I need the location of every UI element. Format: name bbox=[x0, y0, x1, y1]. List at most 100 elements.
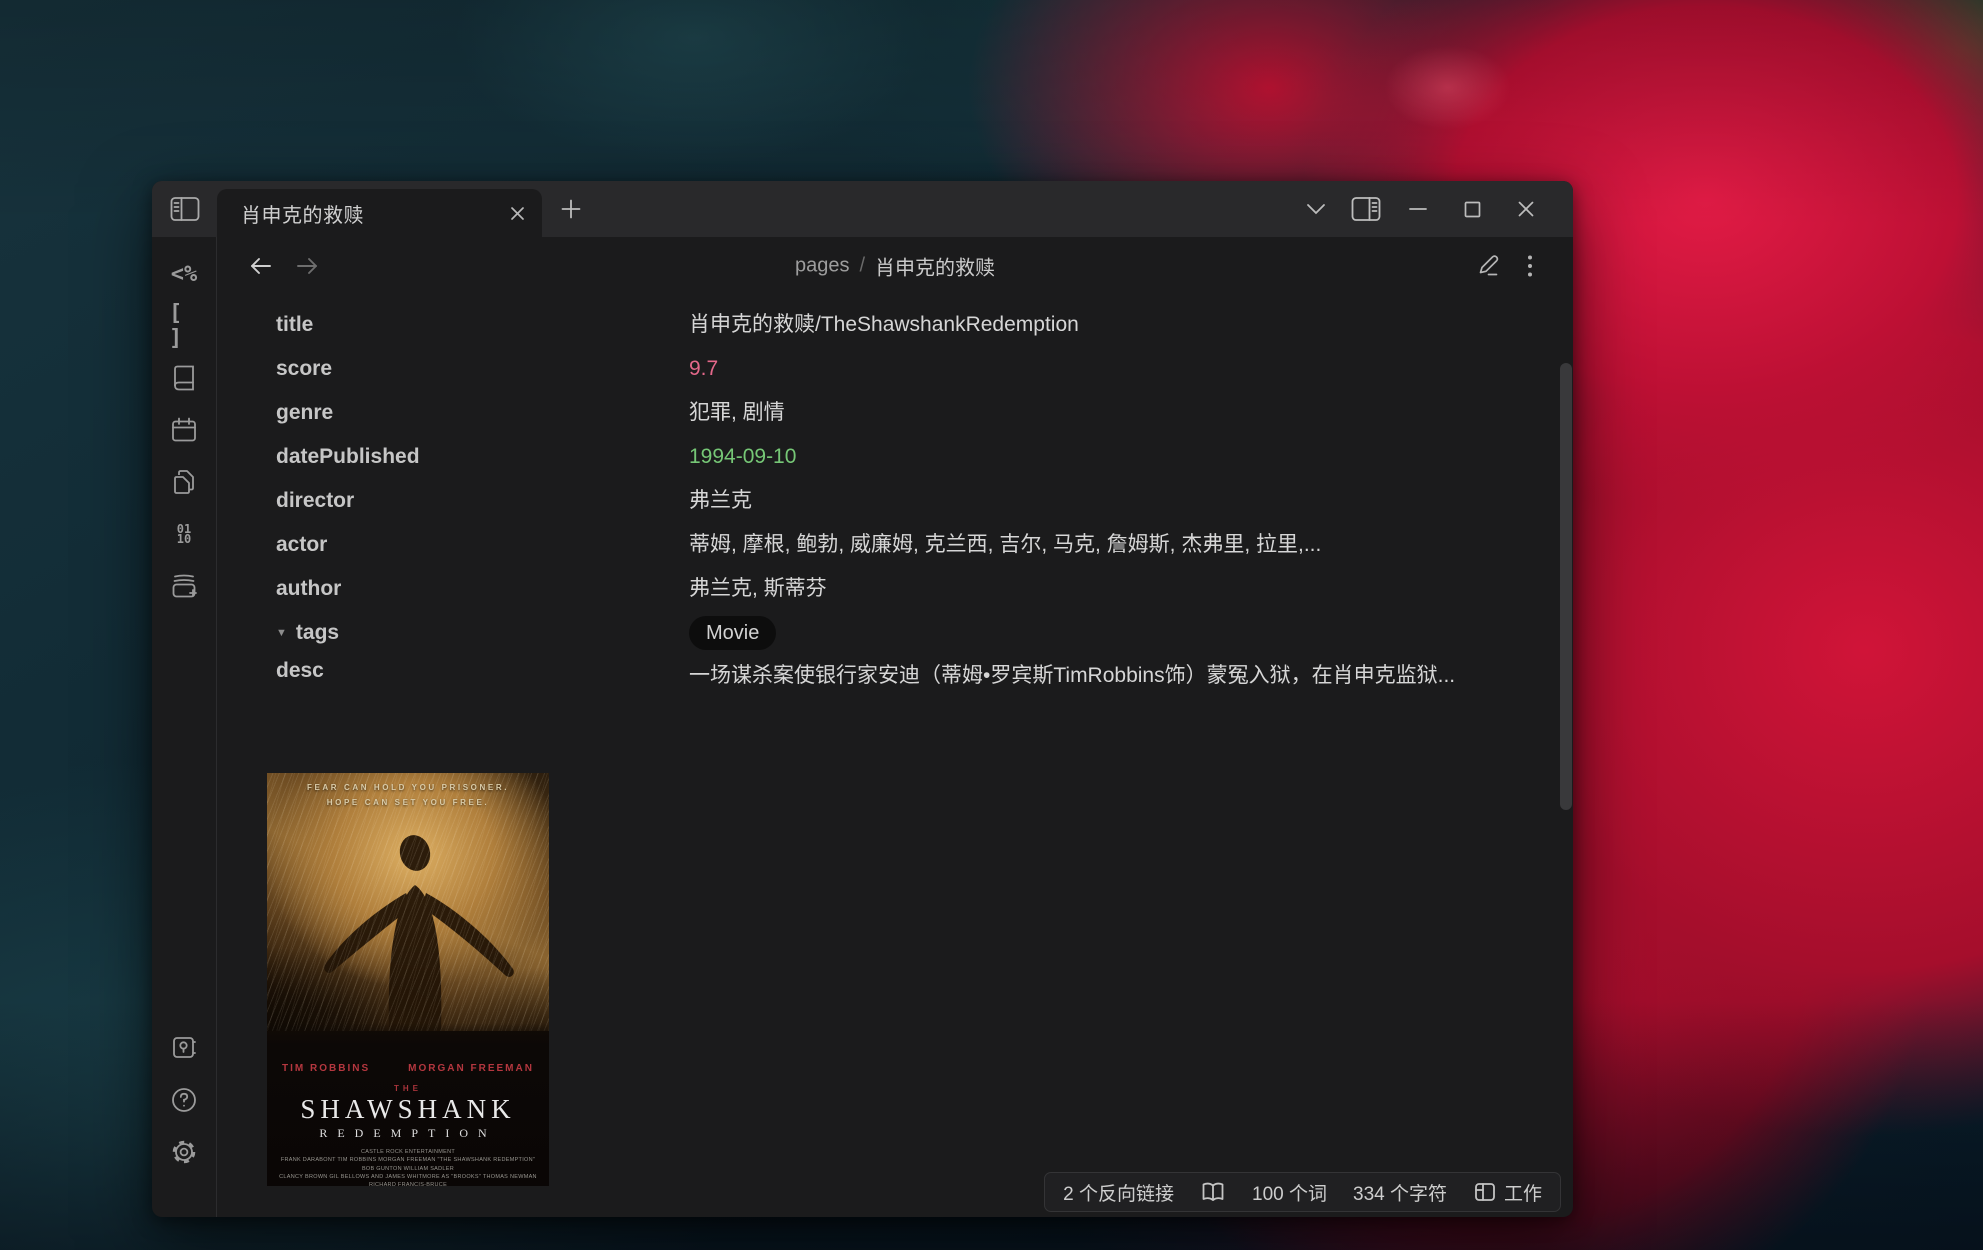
dock-backlinks-button[interactable]: [ ] bbox=[169, 311, 199, 341]
tab-close-icon[interactable] bbox=[509, 205, 526, 222]
tab-title: 肖申克的救赎 bbox=[241, 199, 509, 228]
breadcrumb-parent[interactable]: pages bbox=[795, 255, 850, 278]
more-menu-icon[interactable] bbox=[1527, 254, 1533, 278]
attr-label-score[interactable]: score bbox=[276, 357, 689, 381]
poster-bottom: TIM ROBBINS MORGAN FREEMAN THE SHAWSHANK… bbox=[267, 1023, 549, 1186]
attr-value-actor[interactable]: 蒂姆, 摩根, 鲍勃, 威廉姆, 克兰西, 吉尔, 马克, 詹姆斯, 杰弗里, … bbox=[689, 528, 1489, 562]
attr-value-director[interactable]: 弗兰克 bbox=[689, 484, 1489, 518]
attr-value-title[interactable]: 肖申克的救赎/TheShawshankRedemption bbox=[689, 308, 1489, 342]
collapse-caret-icon[interactable]: ▼ bbox=[276, 627, 287, 639]
attr-row-actor: actor 蒂姆, 摩根, 鲍勃, 威廉姆, 克兰西, 吉尔, 马克, 詹姆斯,… bbox=[276, 523, 1573, 567]
doc-actions bbox=[1477, 254, 1533, 278]
attr-row-datePublished: datePublished 1994-09-10 bbox=[276, 435, 1573, 479]
poster-rain-texture bbox=[267, 773, 549, 1031]
more-tabs-button[interactable] bbox=[1291, 181, 1341, 237]
attr-value-author[interactable]: 弗兰克, 斯蒂芬 bbox=[689, 572, 1489, 606]
attr-label-actor[interactable]: actor bbox=[276, 533, 689, 557]
edit-pencil-icon[interactable] bbox=[1477, 254, 1501, 278]
poster-title-main: SHAWSHANK bbox=[267, 1094, 549, 1125]
char-count: 334 个字符 bbox=[1353, 1179, 1447, 1206]
left-dock: <% [ ] bbox=[152, 237, 217, 1217]
attr-label-tags[interactable]: ▼ tags bbox=[276, 621, 689, 645]
safe-vault-icon bbox=[170, 1034, 198, 1062]
attr-label-desc[interactable]: desc bbox=[276, 659, 689, 683]
dock-binary-button[interactable]: 0110 bbox=[169, 519, 199, 549]
maximize-icon bbox=[1464, 201, 1481, 218]
attr-value-genre[interactable]: 犯罪, 剧情 bbox=[689, 396, 1489, 430]
word-count: 100 个词 bbox=[1252, 1179, 1327, 1206]
poster-actor-left: TIM ROBBINS bbox=[282, 1063, 370, 1074]
attribute-table: title 肖申克的救赎/TheShawshankRedemption scor… bbox=[217, 295, 1573, 727]
poster-credit-line: FRANK DARABONT TIM ROBBINS MORGAN FREEMA… bbox=[275, 1156, 541, 1173]
dock-settings-button[interactable] bbox=[169, 1137, 199, 1167]
titlebar: 肖申克的救赎 bbox=[152, 181, 1573, 237]
maximize-button[interactable] bbox=[1445, 181, 1499, 237]
dock-calendar-button[interactable] bbox=[169, 415, 199, 445]
forward-button[interactable] bbox=[295, 256, 319, 276]
workspace-icon bbox=[1473, 1180, 1497, 1204]
backlinks-count[interactable]: 2 个反向链接 bbox=[1063, 1179, 1174, 1206]
doc-header: pages / 肖申克的救赎 bbox=[217, 237, 1573, 295]
attr-value-desc[interactable]: 一场谋杀案使银行家安迪（蒂姆•罗宾斯TimRobbins饰）蒙冤入狱，在肖申克监… bbox=[689, 659, 1489, 693]
poster-image[interactable]: FEAR CAN HOLD YOU PRISONER. HOPE CAN SET… bbox=[267, 773, 549, 1186]
attr-value-datePublished[interactable]: 1994-09-10 bbox=[689, 440, 1489, 474]
attr-row-director: director 弗兰克 bbox=[276, 479, 1573, 523]
toggle-right-dock-button[interactable] bbox=[1341, 181, 1391, 237]
window-body: <% [ ] bbox=[152, 237, 1573, 1217]
minimize-button[interactable] bbox=[1391, 181, 1445, 237]
dock-add-card-button[interactable] bbox=[169, 571, 199, 601]
attr-row-desc: desc 一场谋杀案使银行家安迪（蒂姆•罗宾斯TimRobbins饰）蒙冤入狱，… bbox=[276, 655, 1573, 727]
attr-value-tags: Movie bbox=[689, 616, 1489, 650]
poster-title-sub: REDEMPTION bbox=[267, 1126, 549, 1141]
back-button[interactable] bbox=[249, 256, 273, 276]
dock-help-button[interactable] bbox=[169, 1085, 199, 1115]
attr-row-author: author 弗兰克, 斯蒂芬 bbox=[276, 567, 1573, 611]
app-window: 肖申克的救赎 bbox=[152, 181, 1573, 1217]
notebook-icon bbox=[171, 364, 197, 392]
new-tab-button[interactable] bbox=[542, 181, 600, 237]
close-window-button[interactable] bbox=[1499, 181, 1553, 237]
dock-copy-button[interactable] bbox=[169, 467, 199, 497]
tag-movie[interactable]: Movie bbox=[689, 616, 776, 650]
breadcrumb: pages / 肖申克的救赎 bbox=[795, 252, 995, 281]
calendar-icon bbox=[170, 416, 198, 444]
poster-credits: CASTLE ROCK ENTERTAINMENT FRANK DARABONT… bbox=[267, 1148, 549, 1186]
poster-credit-line: CLANCY BROWN GIL BELLOWS AND JAMES WHITM… bbox=[275, 1173, 541, 1186]
brackets-icon: [ ] bbox=[169, 301, 199, 351]
attr-label-title[interactable]: title bbox=[276, 313, 689, 337]
attr-label-director[interactable]: director bbox=[276, 489, 689, 513]
template-icon: <% bbox=[171, 262, 198, 287]
dock-template-button[interactable]: <% bbox=[169, 259, 199, 289]
open-book-icon[interactable] bbox=[1200, 1180, 1226, 1204]
attr-label-author[interactable]: author bbox=[276, 577, 689, 601]
dock-safe-button[interactable] bbox=[169, 1033, 199, 1063]
toggle-left-dock-button[interactable] bbox=[152, 181, 217, 237]
attr-row-title: title 肖申克的救赎/TheShawshankRedemption bbox=[276, 303, 1573, 347]
close-icon bbox=[1517, 200, 1535, 218]
workspace-switcher[interactable]: 工作 bbox=[1473, 1179, 1542, 1206]
attr-label-genre[interactable]: genre bbox=[276, 401, 689, 425]
poster-actor-right: MORGAN FREEMAN bbox=[408, 1063, 534, 1074]
scrollbar-thumb[interactable] bbox=[1560, 363, 1572, 810]
attr-row-tags: ▼ tags Movie bbox=[276, 611, 1573, 655]
workspace-name: 工作 bbox=[1504, 1179, 1542, 1206]
status-bar: 2 个反向链接 100 个词 334 个字符 bbox=[1044, 1172, 1561, 1212]
nav-arrows bbox=[249, 256, 319, 276]
editor-area: pages / 肖申克的救赎 bbox=[217, 237, 1573, 1217]
window-controls bbox=[1291, 181, 1573, 237]
poster-tagline-2: HOPE CAN SET YOU FREE. bbox=[267, 798, 549, 807]
attr-row-score: score 9.7 bbox=[276, 347, 1573, 391]
attr-label-datePublished[interactable]: datePublished bbox=[276, 445, 689, 469]
dock-notebook-button[interactable] bbox=[169, 363, 199, 393]
minimize-icon bbox=[1409, 207, 1427, 211]
desktop-wallpaper: 肖申克的救赎 bbox=[0, 0, 1983, 1250]
binary-icon: 0110 bbox=[177, 524, 191, 544]
breadcrumb-separator: / bbox=[859, 255, 865, 278]
breadcrumb-current[interactable]: 肖申克的救赎 bbox=[875, 252, 995, 281]
poster-credit-line: CASTLE ROCK ENTERTAINMENT bbox=[275, 1148, 541, 1156]
settings-gear-icon bbox=[169, 1137, 199, 1167]
attr-value-score[interactable]: 9.7 bbox=[689, 352, 1489, 386]
panel-right-icon bbox=[1351, 196, 1381, 222]
chevron-down-icon bbox=[1306, 203, 1326, 215]
tab-shawshank[interactable]: 肖申克的救赎 bbox=[217, 189, 542, 237]
